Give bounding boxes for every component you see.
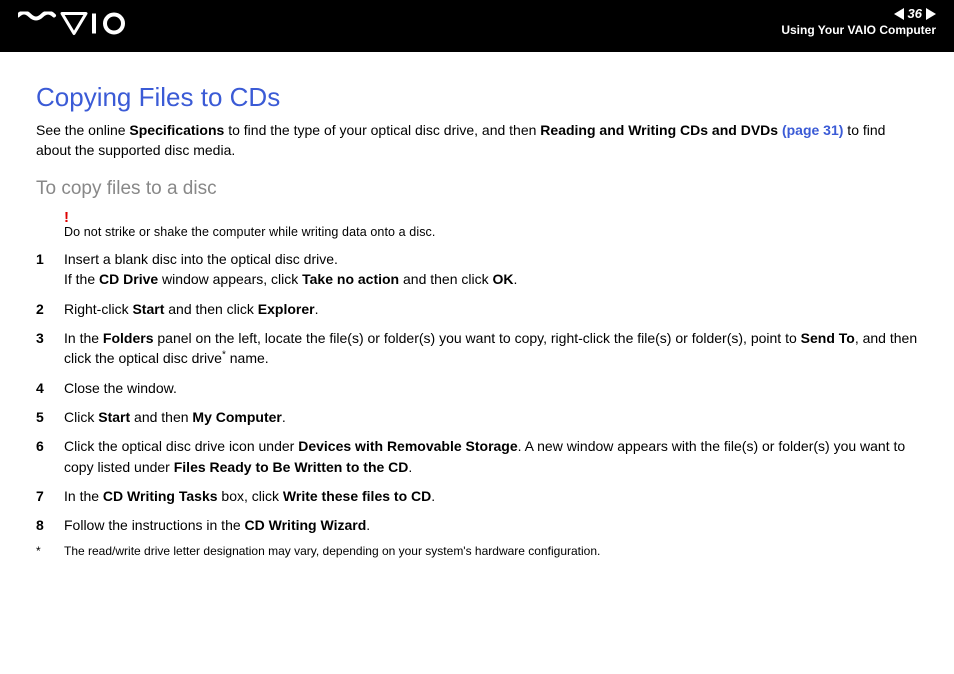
step-text: and then bbox=[130, 409, 192, 425]
step-item: Right-click Start and then click Explore… bbox=[36, 299, 918, 319]
footnote-text: The read/write drive letter designation … bbox=[64, 544, 600, 558]
step-text: Close the window. bbox=[64, 380, 177, 396]
step-text: name. bbox=[226, 350, 269, 366]
footnote-star: * bbox=[36, 544, 41, 558]
step-text: box, click bbox=[218, 488, 283, 504]
step-text: Click bbox=[64, 409, 98, 425]
step-text: . bbox=[366, 517, 370, 533]
step-bold: Send To bbox=[801, 330, 855, 346]
step-bold: Start bbox=[98, 409, 130, 425]
step-item: In the CD Writing Tasks box, click Write… bbox=[36, 486, 918, 506]
page-title: Copying Files to CDs bbox=[36, 82, 918, 113]
intro-bold: Specifications bbox=[129, 122, 224, 138]
step-bold: My Computer bbox=[192, 409, 281, 425]
step-item: Click the optical disc drive icon under … bbox=[36, 436, 918, 477]
footnote: * The read/write drive letter designatio… bbox=[36, 544, 918, 558]
step-item: Follow the instructions in the CD Writin… bbox=[36, 515, 918, 535]
step-bold: Devices with Removable Storage bbox=[298, 438, 517, 454]
content-area: Copying Files to CDs See the online Spec… bbox=[0, 52, 954, 578]
sub-heading: To copy files to a disc bbox=[36, 178, 918, 200]
step-item: Close the window. bbox=[36, 378, 918, 398]
step-text: Follow the instructions in the bbox=[64, 517, 245, 533]
step-text: panel on the left, locate the file(s) or… bbox=[154, 330, 801, 346]
page-link[interactable]: (page 31) bbox=[782, 122, 843, 138]
prev-page-icon[interactable] bbox=[894, 8, 904, 20]
step-bold: Start bbox=[132, 301, 164, 317]
step-bold: Folders bbox=[103, 330, 154, 346]
vaio-logo bbox=[18, 12, 128, 41]
breadcrumb: Using Your VAIO Computer bbox=[781, 23, 936, 37]
step-text: . bbox=[431, 488, 435, 504]
step-item: In the Folders panel on the left, locate… bbox=[36, 328, 918, 369]
step-text: . bbox=[282, 409, 286, 425]
step-text: and then click bbox=[399, 271, 492, 287]
step-bold: CD Writing Wizard bbox=[245, 517, 367, 533]
step-bold: Take no action bbox=[302, 271, 399, 287]
page-nav: 36 bbox=[781, 6, 936, 21]
intro-text: See the online Specifications to find th… bbox=[36, 121, 918, 160]
next-page-icon[interactable] bbox=[926, 8, 936, 20]
step-text: Click the optical disc drive icon under bbox=[64, 438, 298, 454]
warning-icon: ! bbox=[64, 210, 918, 225]
step-text: In the bbox=[64, 330, 103, 346]
step-item: Click Start and then My Computer. bbox=[36, 407, 918, 427]
step-item: Insert a blank disc into the optical dis… bbox=[36, 249, 918, 290]
step-text: and then click bbox=[164, 301, 257, 317]
step-bold: Explorer bbox=[258, 301, 315, 317]
step-text: . bbox=[408, 459, 412, 475]
step-bold: Write these files to CD bbox=[283, 488, 431, 504]
step-text: In the bbox=[64, 488, 103, 504]
step-text: Right-click bbox=[64, 301, 132, 317]
steps-list: Insert a blank disc into the optical dis… bbox=[36, 249, 918, 535]
header-bar: 36 Using Your VAIO Computer bbox=[0, 0, 954, 52]
step-bold: Files Ready to Be Written to the CD bbox=[174, 459, 409, 475]
step-text: . bbox=[315, 301, 319, 317]
intro-bold: Reading and Writing CDs and DVDs bbox=[540, 122, 782, 138]
step-text: Insert a blank disc into the optical dis… bbox=[64, 251, 338, 267]
intro-seg: See the online bbox=[36, 122, 129, 138]
header-right: 36 Using Your VAIO Computer bbox=[781, 6, 936, 37]
step-text: If the bbox=[64, 271, 99, 287]
warning-text: Do not strike or shake the computer whil… bbox=[64, 225, 918, 239]
page-number: 36 bbox=[908, 6, 922, 21]
step-text: . bbox=[514, 271, 518, 287]
step-bold: CD Writing Tasks bbox=[103, 488, 218, 504]
warning-block: ! Do not strike or shake the computer wh… bbox=[64, 210, 918, 239]
step-text: window appears, click bbox=[158, 271, 302, 287]
intro-seg: to find the type of your optical disc dr… bbox=[224, 122, 540, 138]
step-bold: OK bbox=[493, 271, 514, 287]
step-bold: CD Drive bbox=[99, 271, 158, 287]
